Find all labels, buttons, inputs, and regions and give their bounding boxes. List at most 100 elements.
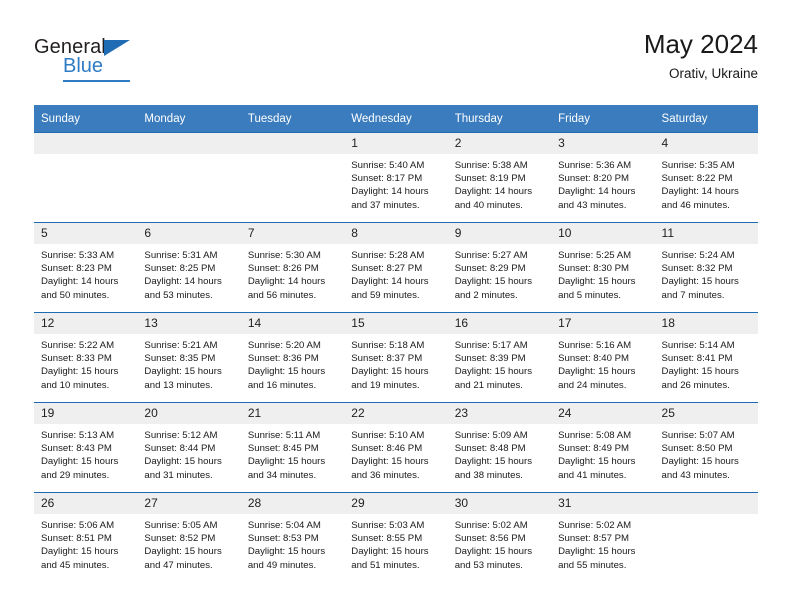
day-number: 15: [344, 313, 448, 334]
day-number: 31: [551, 493, 655, 514]
day-info-line: Sunrise: 5:02 AM: [558, 520, 632, 531]
day-sun-info: Sunrise: 5:30 AM Sunset: 8:26 PM Daylight:…: [241, 244, 344, 302]
day-number: 5: [34, 223, 138, 244]
logo-text-blue: Blue: [63, 55, 104, 77]
calendar-day-cell[interactable]: 18 Sunrise: 5:14 AM Sunset: 8:41 PM Dayligh…: [654, 312, 758, 403]
calendar-day-cell[interactable]: 12 Sunrise: 5:22 AM Sunset: 8:33 PM Dayligh…: [34, 312, 138, 403]
day-info-line: Daylight: 15 hours: [351, 366, 429, 378]
day-info-line: Daylight: 15 hours: [144, 546, 222, 558]
calendar-day-cell[interactable]: 28 Sunrise: 5:04 AM Sunset: 8:53 PM Dayligh…: [240, 492, 345, 582]
day-info-line: Sunrise: 5:18 AM: [351, 340, 425, 351]
day-number: [654, 493, 758, 514]
day-info-line: and 53 minutes.: [454, 559, 523, 571]
calendar-day-cell[interactable]: 7 Sunrise: 5:30 AM Sunset: 8:26 PM Daylight…: [240, 222, 345, 313]
day-number: 19: [34, 403, 138, 424]
day-info-line: and 50 minutes.: [41, 289, 110, 301]
day-info-line: Sunrise: 5:09 AM: [454, 430, 528, 441]
calendar-day-cell[interactable]: 22 Sunrise: 5:10 AM Sunset: 8:46 PM Dayligh…: [344, 402, 448, 493]
day-info-line: and 31 minutes.: [144, 469, 213, 481]
day-sun-info: [34, 154, 137, 159]
calendar-day-cell[interactable]: 13 Sunrise: 5:21 AM Sunset: 8:35 PM Dayligh…: [137, 312, 241, 403]
weekday-header-monday: Monday: [137, 105, 241, 133]
day-sun-info: [241, 154, 344, 159]
day-info-line: Sunset: 8:48 PM: [454, 443, 526, 455]
day-info-line: Daylight: 15 hours: [144, 366, 222, 378]
calendar-day-cell[interactable]: 17 Sunrise: 5:16 AM Sunset: 8:40 PM Dayligh…: [551, 312, 655, 403]
day-number: 22: [344, 403, 448, 424]
day-number: 10: [551, 223, 655, 244]
calendar-day-cell[interactable]: 11 Sunrise: 5:24 AM Sunset: 8:32 PM Dayligh…: [654, 222, 758, 313]
calendar-day-cell[interactable]: 24 Sunrise: 5:08 AM Sunset: 8:49 PM Dayligh…: [551, 402, 655, 493]
day-number: 16: [447, 313, 552, 334]
weekday-header-thursday: Thursday: [447, 105, 552, 133]
day-info-line: Sunrise: 5:21 AM: [144, 340, 218, 351]
day-info-line: and 46 minutes.: [661, 199, 730, 211]
day-info-line: Daylight: 15 hours: [558, 546, 636, 558]
day-info-line: Sunset: 8:23 PM: [41, 263, 112, 275]
day-info-line: Sunrise: 5:35 AM: [661, 160, 735, 171]
generalblue-logo[interactable]: General Blue: [34, 36, 234, 92]
calendar-day-cell[interactable]: 15 Sunrise: 5:18 AM Sunset: 8:37 PM Dayligh…: [344, 312, 448, 403]
day-sun-info: Sunrise: 5:20 AM Sunset: 8:36 PM Daylight:…: [241, 334, 344, 392]
calendar-day-cell[interactable]: 21 Sunrise: 5:11 AM Sunset: 8:45 PM Dayligh…: [240, 402, 345, 493]
day-info-line: Sunrise: 5:40 AM: [351, 160, 425, 171]
day-number: 1: [344, 133, 448, 154]
calendar-day-cell[interactable]: 26 Sunrise: 5:06 AM Sunset: 8:51 PM Dayligh…: [34, 492, 138, 582]
calendar-day-cell[interactable]: 8 Sunrise: 5:28 AM Sunset: 8:27 PM Daylight…: [344, 222, 448, 313]
calendar-day-cell[interactable]: 6 Sunrise: 5:31 AM Sunset: 8:25 PM Daylight…: [137, 222, 241, 313]
calendar-day-cell[interactable]: 9 Sunrise: 5:27 AM Sunset: 8:29 PM Daylight…: [447, 222, 552, 313]
day-info-line: Sunset: 8:22 PM: [661, 173, 733, 185]
day-number: [137, 133, 241, 154]
day-sun-info: Sunrise: 5:05 AM Sunset: 8:52 PM Daylight:…: [137, 514, 240, 572]
calendar-day-cell[interactable]: 14 Sunrise: 5:20 AM Sunset: 8:36 PM Dayligh…: [240, 312, 345, 403]
calendar-week-row: 26 Sunrise: 5:06 AM Sunset: 8:51 PM Dayligh…: [34, 492, 758, 582]
day-info-line: Sunrise: 5:16 AM: [558, 340, 632, 351]
calendar-day-cell[interactable]: 4 Sunrise: 5:35 AM Sunset: 8:22 PM Daylight…: [654, 132, 758, 223]
day-info-line: Sunset: 8:30 PM: [558, 263, 630, 275]
day-info-line: Sunset: 8:49 PM: [558, 443, 630, 455]
calendar-day-cell[interactable]: 19 Sunrise: 5:13 AM Sunset: 8:43 PM Dayligh…: [34, 402, 138, 493]
calendar-day-cell[interactable]: 16 Sunrise: 5:17 AM Sunset: 8:39 PM Dayligh…: [447, 312, 552, 403]
day-info-line: Daylight: 15 hours: [558, 276, 636, 288]
calendar-day-cell-empty: [34, 132, 138, 223]
day-info-line: Sunset: 8:40 PM: [558, 353, 630, 365]
day-info-line: Daylight: 15 hours: [247, 456, 326, 468]
calendar-day-cell[interactable]: 2 Sunrise: 5:38 AM Sunset: 8:19 PM Daylight…: [447, 132, 552, 223]
calendar-day-cell[interactable]: 5 Sunrise: 5:33 AM Sunset: 8:23 PM Daylight…: [34, 222, 138, 313]
day-info-line: Sunset: 8:45 PM: [247, 443, 319, 455]
day-info-line: and 38 minutes.: [454, 469, 523, 481]
calendar-day-cell[interactable]: 25 Sunrise: 5:07 AM Sunset: 8:50 PM Dayligh…: [654, 402, 758, 493]
day-sun-info: Sunrise: 5:28 AM Sunset: 8:27 PM Daylight:…: [344, 244, 447, 302]
calendar-day-cell[interactable]: 20 Sunrise: 5:12 AM Sunset: 8:44 PM Dayligh…: [137, 402, 241, 493]
day-info-line: Sunset: 8:41 PM: [661, 353, 733, 365]
day-info-line: Sunset: 8:32 PM: [661, 263, 733, 275]
calendar-day-cell[interactable]: 1 Sunrise: 5:40 AM Sunset: 8:17 PM Daylight…: [344, 132, 448, 223]
day-info-line: Sunrise: 5:03 AM: [351, 520, 425, 531]
calendar-day-cell[interactable]: 23 Sunrise: 5:09 AM Sunset: 8:48 PM Dayligh…: [447, 402, 552, 493]
day-number: 30: [447, 493, 552, 514]
day-info-line: Daylight: 14 hours: [454, 186, 533, 198]
day-number: 17: [551, 313, 655, 334]
calendar-day-cell[interactable]: 27 Sunrise: 5:05 AM Sunset: 8:52 PM Dayligh…: [137, 492, 241, 582]
calendar-day-cell[interactable]: 3 Sunrise: 5:36 AM Sunset: 8:20 PM Daylight…: [551, 132, 655, 223]
day-info-line: and 10 minutes.: [41, 379, 110, 391]
day-info-line: Sunset: 8:53 PM: [247, 533, 319, 545]
day-sun-info: Sunrise: 5:22 AM Sunset: 8:33 PM Daylight:…: [34, 334, 137, 392]
day-info-line: Daylight: 15 hours: [661, 456, 739, 468]
day-sun-info: Sunrise: 5:40 AM Sunset: 8:17 PM Daylight:…: [344, 154, 447, 212]
day-info-line: and 49 minutes.: [247, 559, 317, 571]
day-number: 4: [654, 133, 758, 154]
calendar-day-cell[interactable]: 29 Sunrise: 5:03 AM Sunset: 8:55 PM Dayligh…: [344, 492, 448, 582]
calendar-day-cell[interactable]: 10 Sunrise: 5:25 AM Sunset: 8:30 PM Dayligh…: [551, 222, 655, 313]
day-info-line: Daylight: 15 hours: [454, 366, 533, 378]
calendar-day-cell[interactable]: 31 Sunrise: 5:02 AM Sunset: 8:57 PM Dayligh…: [551, 492, 655, 582]
day-number: 6: [137, 223, 241, 244]
page-subtitle: Orativ, Ukraine: [668, 66, 758, 81]
day-info-line: Sunset: 8:55 PM: [351, 533, 423, 545]
day-info-line: Sunrise: 5:17 AM: [454, 340, 528, 351]
calendar-week-row: 19 Sunrise: 5:13 AM Sunset: 8:43 PM Dayligh…: [34, 402, 758, 493]
day-info-line: Daylight: 15 hours: [558, 456, 636, 468]
calendar-day-cell[interactable]: 30 Sunrise: 5:02 AM Sunset: 8:56 PM Dayligh…: [447, 492, 552, 582]
day-sun-info: Sunrise: 5:16 AM Sunset: 8:40 PM Daylight:…: [551, 334, 654, 392]
day-info-line: Daylight: 14 hours: [144, 276, 222, 288]
